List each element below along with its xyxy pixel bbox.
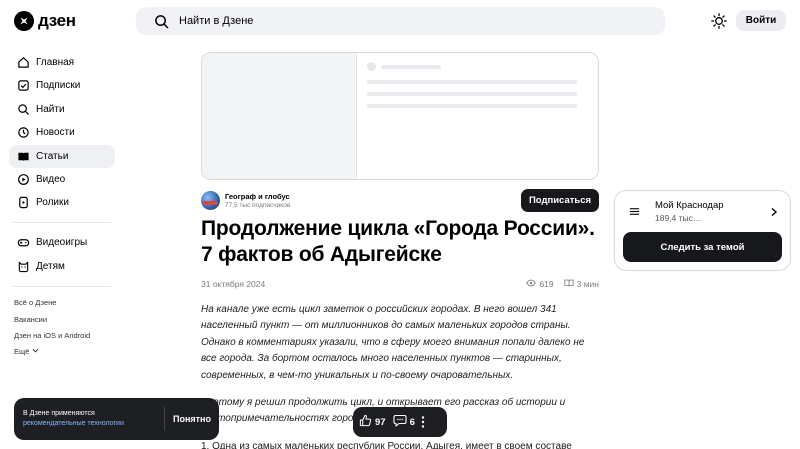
cookie-banner: В Дзене применяются рекомендательные тех… bbox=[14, 398, 219, 440]
dzen-logo-icon bbox=[14, 11, 34, 31]
sidebar-item-home[interactable]: Главная bbox=[9, 51, 115, 74]
news-icon bbox=[17, 126, 30, 139]
subscriptions-icon bbox=[17, 79, 30, 92]
login-button[interactable]: Войти bbox=[736, 10, 786, 31]
sidebar-item-label: Найти bbox=[36, 103, 65, 115]
follow-topic-button[interactable]: Следить за темой bbox=[623, 232, 782, 262]
recommendation-tech-link[interactable]: рекомендательные технологии bbox=[23, 419, 164, 429]
thumbs-up-icon bbox=[359, 414, 372, 430]
sidebar-item-articles[interactable]: Статьи bbox=[9, 144, 115, 168]
article-title: Продолжение цикла «Города России». 7 фак… bbox=[201, 217, 595, 266]
sidebar-item-label: Ролики bbox=[36, 197, 69, 209]
sidebar-item-label: Главная bbox=[36, 57, 75, 68]
cookie-message: В Дзене применяются bbox=[23, 410, 95, 417]
footer-link-more[interactable]: Ещё bbox=[14, 344, 115, 360]
search-icon bbox=[17, 103, 30, 116]
article-date: 31 октября 2024 bbox=[201, 279, 266, 289]
footer-link-about[interactable]: Всё о Дзене bbox=[14, 295, 115, 311]
skeleton-line bbox=[367, 92, 577, 96]
menu-icon bbox=[627, 205, 641, 219]
chevron-down-icon bbox=[32, 347, 39, 356]
sidebar-item-news[interactable]: Новости bbox=[9, 121, 115, 144]
chevron-right-icon bbox=[768, 206, 780, 218]
views-stat: 619 bbox=[526, 278, 554, 290]
gamepad-icon bbox=[17, 236, 30, 249]
subscribe-button[interactable]: Подписаться bbox=[521, 189, 599, 212]
views-count: 619 bbox=[539, 279, 554, 289]
skeleton-dot bbox=[367, 62, 376, 71]
media-preview bbox=[202, 53, 357, 179]
logo-text: дзен bbox=[38, 11, 76, 30]
articles-icon bbox=[17, 150, 30, 163]
footer-link-jobs[interactable]: Вакансии bbox=[14, 311, 115, 327]
eye-icon bbox=[526, 278, 537, 290]
sidebar-item-subscriptions[interactable]: Подписки bbox=[9, 74, 115, 97]
topic-count: 189,4 тыс… bbox=[655, 213, 702, 223]
comments-button[interactable]: 6 bbox=[393, 414, 415, 430]
search-icon bbox=[147, 7, 175, 35]
cookie-accept-button[interactable]: Понятно bbox=[165, 398, 219, 440]
sidebar-item-label: Новости bbox=[36, 127, 75, 139]
home-icon bbox=[17, 56, 30, 69]
likes-count: 97 bbox=[375, 416, 386, 428]
media-skeleton bbox=[357, 53, 598, 179]
sidebar-item-videogames[interactable]: Видеоигры bbox=[9, 231, 115, 254]
avatar[interactable] bbox=[201, 191, 220, 210]
sidebar-item-label: Подписки bbox=[36, 80, 81, 92]
like-button[interactable]: 97 bbox=[359, 414, 386, 430]
topic-row[interactable]: Мой Краснодар 189,4 тыс… bbox=[625, 197, 780, 226]
sidebar-item-label: Видео bbox=[36, 173, 66, 185]
topic-card: Мой Краснодар 189,4 тыс… Следить за темо… bbox=[614, 190, 791, 271]
logo[interactable]: дзен bbox=[14, 11, 76, 31]
book-icon bbox=[564, 278, 574, 290]
sidebar-item-video[interactable]: Видео bbox=[9, 168, 115, 191]
comments-count: 6 bbox=[409, 416, 415, 428]
search-input[interactable]: Найти в Дзене bbox=[179, 15, 253, 27]
channel-name[interactable]: Географ и глобус bbox=[225, 192, 290, 201]
sidebar-item-kids[interactable]: Детям bbox=[9, 255, 115, 278]
sidebar-item-search[interactable]: Найти bbox=[9, 98, 115, 121]
cookie-text: В Дзене применяются рекомендательные тех… bbox=[14, 409, 164, 429]
sun-icon[interactable] bbox=[708, 10, 730, 32]
sidebar-divider bbox=[13, 285, 111, 287]
channel-subscribers: 77,5 тыс подписчиков bbox=[225, 202, 291, 209]
search-bar[interactable]: Найти в Дзене bbox=[136, 7, 665, 35]
footer-links: Всё о Дзене Вакансии Дзен на iOS и Andro… bbox=[9, 295, 115, 360]
more-options-icon[interactable] bbox=[421, 416, 425, 428]
article-meta: 31 октября 2024 619 3 мин bbox=[201, 278, 599, 290]
skeleton-line bbox=[381, 64, 441, 69]
comment-icon bbox=[393, 414, 407, 430]
article-media[interactable] bbox=[201, 52, 599, 180]
footer-more-label: Ещё bbox=[14, 347, 30, 357]
topic-name: Мой Краснодар bbox=[655, 200, 724, 211]
read-time-stat: 3 мин bbox=[564, 278, 599, 290]
article-paragraph: 1. Одна из самых маленьких республик Рос… bbox=[201, 440, 572, 449]
footer-link-apps[interactable]: Дзен на iOS и Android bbox=[14, 327, 115, 343]
channel-info[interactable]: Географ и глобус 77,5 тыс подписчиков bbox=[201, 191, 290, 210]
video-icon bbox=[17, 173, 30, 186]
sidebar-item-shorts[interactable]: Ролики bbox=[9, 191, 115, 214]
kids-icon bbox=[17, 260, 30, 273]
reactions-bar: 97 6 bbox=[353, 407, 447, 437]
sidebar-item-label: Видеоигры bbox=[36, 237, 88, 249]
sidebar: Главная Подписки Найти Новости Статьи Ви… bbox=[9, 51, 115, 360]
skeleton-line bbox=[367, 80, 577, 84]
article-paragraph: На канале уже есть цикл заметок о россий… bbox=[201, 304, 585, 381]
sidebar-item-label: Статьи bbox=[36, 150, 69, 162]
sidebar-item-label: Детям bbox=[36, 260, 65, 272]
shorts-icon bbox=[17, 196, 30, 209]
skeleton-line bbox=[367, 104, 577, 108]
sidebar-divider bbox=[13, 222, 111, 224]
read-time: 3 мин bbox=[576, 279, 599, 289]
